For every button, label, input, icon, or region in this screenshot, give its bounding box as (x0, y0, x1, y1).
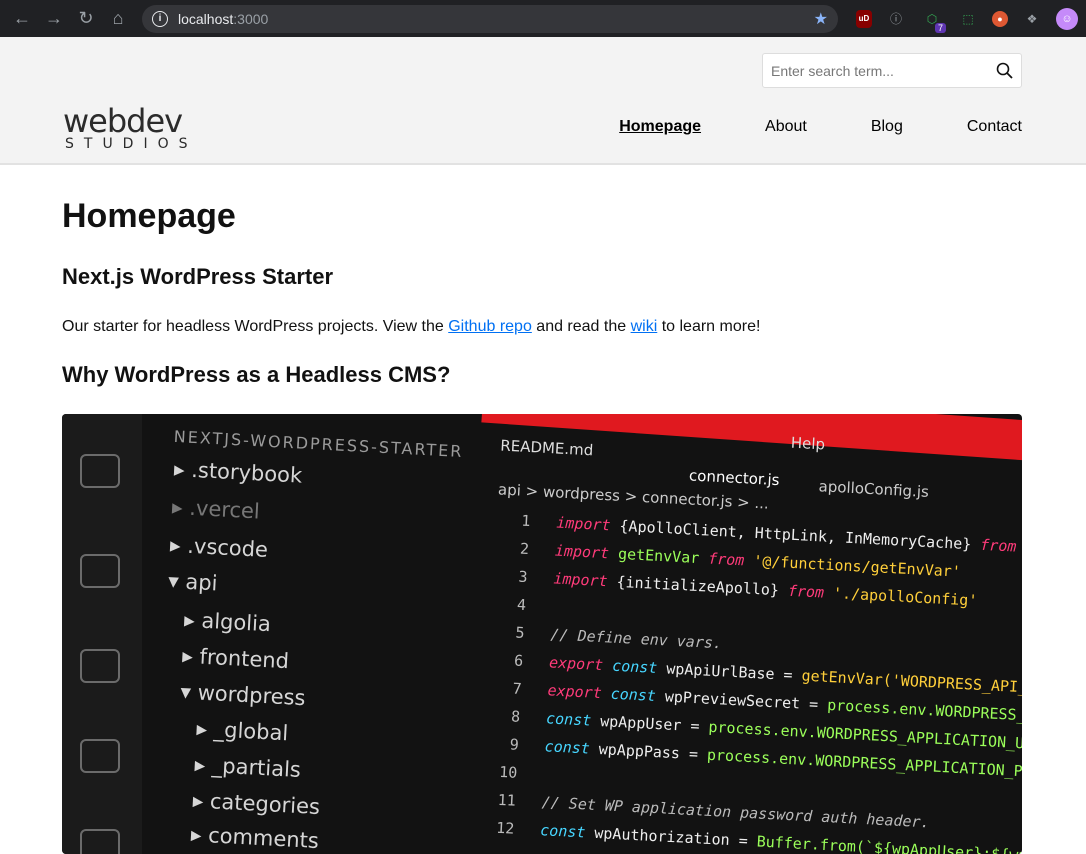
tree-item-label: .vercel (188, 495, 261, 524)
tree-item-label: frontend (198, 644, 290, 674)
tree-item: ▾ wordpress (179, 679, 307, 711)
url-port: :3000 (233, 10, 269, 27)
hero-activity-bar (62, 414, 142, 854)
extension-badge: 7 (934, 22, 946, 33)
extensions-puzzle-icon[interactable]: ❖ (1020, 7, 1044, 31)
line-number: 1 (520, 511, 531, 531)
url-host: localhost (178, 10, 234, 27)
search-input[interactable] (763, 54, 987, 87)
extensions-icon (80, 554, 120, 588)
tree-item: ▸ .vercel (171, 494, 261, 524)
line-number: 8 (510, 707, 521, 726)
nav-blog[interactable]: Blog (871, 118, 903, 136)
tree-item-label: wordpress (197, 680, 307, 711)
screenshot-extension-icon[interactable]: ⬚ (956, 7, 980, 31)
tree-item: ▸ .storybook (173, 456, 303, 488)
home-icon[interactable]: ⌂ (104, 5, 132, 33)
tree-item: ▸ categories (192, 788, 321, 820)
line-number: 9 (509, 735, 520, 754)
code-line: 5 // Define env vars. (480, 622, 722, 653)
code-line: 10 (473, 762, 544, 784)
tree-item: ▸ comments (190, 822, 320, 854)
section-heading: Why WordPress as a Headless CMS? (62, 362, 451, 387)
editor-tab-readme: README.md (499, 436, 594, 460)
tree-item-label: .vscode (186, 533, 269, 562)
hero-file-tree: NEXTJS-WORDPRESS-STARTER ▸ .storybook ▸ … (134, 414, 487, 854)
tree-item-label: algolia (200, 608, 272, 637)
intro-text-1: Our starter for headless WordPress proje… (62, 318, 449, 335)
tree-icon (80, 739, 120, 773)
hero-image: NEXTJS-WORDPRESS-STARTER ▸ .storybook ▸ … (62, 414, 1022, 854)
profile-avatar[interactable]: ☺ (1056, 7, 1078, 30)
info-extension-icon[interactable]: ⓘ (884, 7, 908, 31)
nav-about[interactable]: About (765, 118, 807, 136)
tree-item-label: _global (213, 717, 289, 746)
node-extension-icon[interactable]: ⬡ 7 (920, 7, 946, 33)
line-number: 2 (519, 539, 530, 559)
tree-item: ▸ _global (195, 716, 289, 746)
tree-item: ▸ algolia (183, 607, 272, 637)
site-info-icon[interactable]: i (152, 10, 168, 27)
line-number: 5 (515, 623, 526, 642)
address-bar[interactable]: i localhost:3000 ★ (142, 4, 838, 33)
editor-tab-help: Help (790, 433, 826, 454)
tree-item-label: api (184, 569, 219, 596)
logo-word: webdev (63, 102, 183, 140)
logo-sub: STUDIOS (65, 136, 198, 152)
site-header: webdev STUDIOS Homepage About Blog Conta… (0, 37, 1086, 165)
nav-contact[interactable]: Contact (967, 118, 1022, 136)
intro-text-2: and read the (531, 318, 631, 335)
run-debug-icon (80, 454, 120, 488)
tree-item: ▸ frontend (181, 643, 290, 674)
tree-item: ▾ api (167, 568, 219, 596)
intro-text-3: to learn more! (657, 318, 761, 335)
browser-toolbar: ← → ↻ ⌂ i localhost:3000 ★ uD ⓘ ⬡ 7 ⬚ ● ❖… (0, 0, 1086, 37)
editor-tab-apolloconfig: apolloConfig.js (818, 477, 930, 501)
tree-item-label: _partials (211, 753, 302, 782)
line-number: 10 (498, 762, 518, 782)
tree-item: ▸ .vscode (169, 532, 269, 562)
github-repo-link[interactable]: Github repo (448, 318, 532, 335)
main-content: Homepage Next.js WordPress Starter Our s… (62, 165, 1022, 854)
tree-header: NEXTJS-WORDPRESS-STARTER (173, 426, 464, 462)
forward-icon[interactable]: → (40, 5, 68, 33)
line-number: 6 (513, 651, 524, 670)
code-text: const wpAuthorization = Buffer.from(`${w… (539, 821, 1022, 854)
main-nav: Homepage About Blog Contact (619, 118, 1022, 136)
duckduckgo-extension-icon[interactable]: ● (992, 10, 1008, 27)
tree-item-label: categories (209, 789, 321, 820)
site-logo[interactable]: webdev STUDIOS (63, 105, 198, 151)
tree-item-label: .storybook (190, 457, 303, 488)
line-number: 7 (512, 679, 523, 698)
ublock-extension-icon[interactable]: uD (856, 9, 872, 28)
search-icon[interactable] (987, 54, 1021, 87)
nav-homepage[interactable]: Homepage (619, 118, 701, 136)
editor-tab-connector: connector.js (688, 466, 780, 490)
code-line: 4 (482, 594, 553, 616)
tree-item: ▸ _partials (194, 752, 302, 782)
back-icon[interactable]: ← (8, 5, 36, 33)
remote-explorer-icon (80, 649, 120, 683)
bookmark-star-icon[interactable]: ★ (814, 9, 828, 29)
tree-item-label: comments (207, 823, 320, 854)
line-number: 11 (497, 790, 517, 810)
page-subtitle: Next.js WordPress Starter (62, 264, 334, 289)
wiki-link[interactable]: wiki (631, 318, 658, 335)
reload-icon[interactable]: ↻ (72, 5, 100, 33)
code-text: // Define env vars. (550, 625, 723, 653)
hero-code-editor: Help README.md connector.js apolloConfig… (469, 414, 1022, 854)
search-form (762, 53, 1022, 88)
line-number: 4 (516, 595, 527, 615)
intro-paragraph: Our starter for headless WordPress proje… (62, 318, 1022, 336)
line-number: 12 (495, 818, 515, 838)
code-line: 12 const wpAuthorization = Buffer.from(`$… (470, 817, 1022, 854)
line-number: 3 (518, 567, 528, 587)
page-title: Homepage (62, 197, 236, 235)
